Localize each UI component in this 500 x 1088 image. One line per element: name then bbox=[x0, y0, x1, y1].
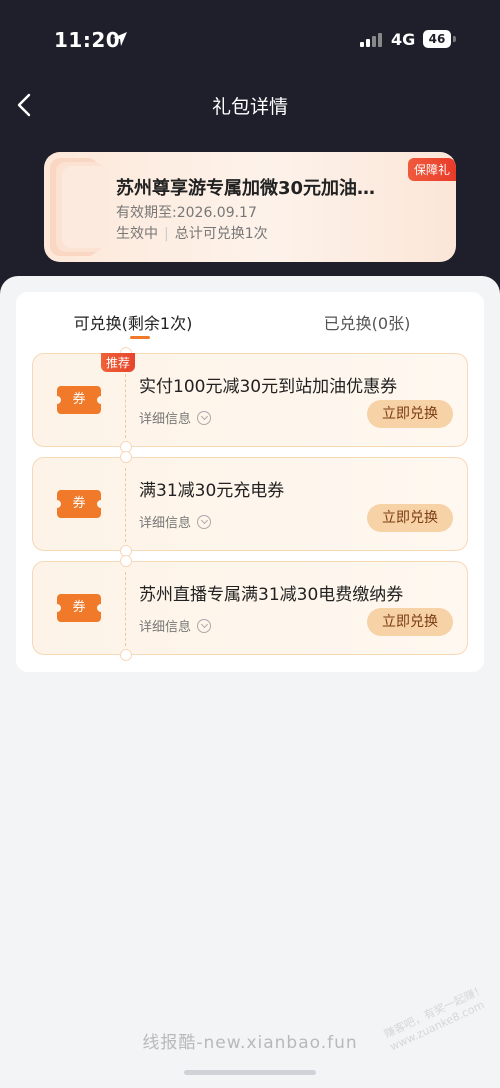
status-bar: 11:20 4G 46 bbox=[0, 0, 500, 80]
coupon-item[interactable]: 券 苏州直播专属满31减30电费缴纳券 详细信息 立即兑换 bbox=[32, 555, 468, 661]
nav-bar: 礼包详情 bbox=[0, 82, 500, 126]
gift-status: 生效中 bbox=[116, 226, 158, 242]
ticket-label: 券 bbox=[72, 392, 86, 407]
ticket-icon: 券 bbox=[57, 490, 101, 518]
coupon-title: 实付100元减30元到站加油优惠券 bbox=[139, 377, 398, 397]
redeem-button[interactable]: 立即兑换 bbox=[367, 608, 453, 636]
coupon-item[interactable]: 券 满31减30元充电券 详细信息 立即兑换 bbox=[32, 451, 468, 557]
detail-link[interactable]: 详细信息 bbox=[139, 616, 212, 635]
tab-indicator bbox=[130, 336, 150, 339]
detail-label: 详细信息 bbox=[139, 516, 192, 531]
tab-redeemed[interactable]: 已兑换(0张) bbox=[250, 310, 484, 334]
recommend-tag: 推荐 bbox=[101, 353, 136, 372]
status-time: 11:20 bbox=[54, 28, 121, 52]
coupon-notch bbox=[120, 555, 132, 567]
page-title: 礼包详情 bbox=[211, 96, 288, 118]
coupon-divider bbox=[125, 364, 126, 438]
gift-card: 苏州尊享游专属加微30元加油… 有效期至:2026.09.17 生效中 | 总计可兑… bbox=[44, 152, 456, 262]
ticket-icon: 券 bbox=[57, 386, 101, 414]
gift-name: 苏州尊享游专属加微30元加油… bbox=[116, 178, 376, 199]
content-sheet: 可兑换(剩余1次) 已兑换(0张) 券 推荐 实付100元减30元到站加油优惠券… bbox=[0, 276, 500, 1088]
coupon-divider bbox=[125, 468, 126, 542]
detail-label: 详细信息 bbox=[139, 620, 192, 635]
divider: | bbox=[164, 226, 169, 242]
chevron-down-icon bbox=[197, 619, 212, 633]
signal-icon bbox=[360, 33, 382, 47]
detail-link[interactable]: 详细信息 bbox=[139, 408, 212, 427]
coupon-divider bbox=[125, 572, 126, 646]
coupon-title: 苏州直播专属满31减30电费缴纳券 bbox=[139, 585, 404, 605]
coupon-notch bbox=[120, 451, 132, 463]
ticket-label: 券 bbox=[72, 600, 86, 615]
coupon-item[interactable]: 券 推荐 实付100元减30元到站加油优惠券 详细信息 立即兑换 bbox=[32, 347, 468, 453]
chevron-down-icon bbox=[197, 411, 212, 425]
battery-tip bbox=[453, 36, 456, 42]
guarantee-badge: 保障礼 bbox=[407, 158, 456, 181]
redeem-button[interactable]: 立即兑换 bbox=[367, 504, 453, 532]
coupon-card: 可兑换(剩余1次) 已兑换(0张) 券 推荐 实付100元减30元到站加油优惠券… bbox=[16, 292, 484, 672]
gift-validity: 有效期至:2026.09.17 bbox=[116, 205, 257, 221]
coupon-title: 满31减30元充电券 bbox=[139, 481, 285, 501]
gift-total: 总计可兑换1次 bbox=[174, 226, 268, 242]
gift-stack-icon bbox=[50, 158, 110, 256]
tab-redeemable[interactable]: 可兑换(剩余1次) bbox=[16, 310, 250, 334]
detail-link[interactable]: 详细信息 bbox=[139, 512, 212, 531]
network-type: 4G bbox=[391, 30, 416, 49]
redeem-button[interactable]: 立即兑换 bbox=[367, 400, 453, 428]
gift-status-line: 生效中 | 总计可兑换1次 bbox=[116, 223, 268, 243]
battery-icon: 46 bbox=[423, 30, 451, 48]
chevron-down-icon bbox=[197, 515, 212, 529]
coupon-notch bbox=[120, 649, 132, 661]
detail-label: 详细信息 bbox=[139, 412, 192, 427]
home-indicator bbox=[184, 1070, 316, 1075]
ticket-label: 券 bbox=[72, 496, 86, 511]
ticket-icon: 券 bbox=[57, 594, 101, 622]
location-arrow-icon bbox=[113, 32, 127, 46]
